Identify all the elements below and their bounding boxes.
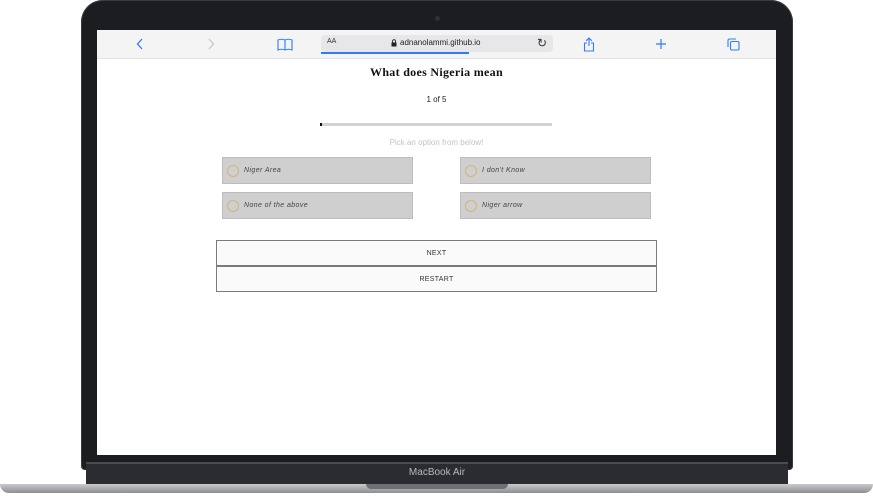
reload-icon[interactable]: ↻: [537, 36, 547, 50]
option-label: Niger arrow: [482, 202, 523, 209]
radio-circle[interactable]: [227, 199, 239, 212]
chevron-left-icon[interactable]: [133, 34, 147, 54]
camera: [435, 16, 440, 21]
model-label: MacBook Air: [408, 467, 466, 478]
quiz-page: What does Nigeria mean 1 of 5 Pick an op…: [97, 59, 776, 455]
plus-icon[interactable]: [653, 34, 669, 54]
quiz-progress-bar: [320, 123, 552, 126]
option-niger-arrow[interactable]: Niger arrow: [460, 192, 651, 219]
lock-icon: [391, 38, 397, 46]
hint-text: Pick an option from below!: [389, 138, 484, 147]
next-button[interactable]: NEXT: [216, 240, 657, 266]
option-label: Niger Area: [244, 167, 282, 174]
url-label: adnanolammi.github.io: [400, 38, 481, 47]
option-label: None of the above: [244, 202, 309, 209]
chevron-right-icon[interactable]: [204, 34, 218, 54]
question-counter: 1 of 5: [426, 95, 447, 104]
radio-circle[interactable]: [227, 164, 239, 177]
radio-circle[interactable]: [465, 199, 477, 212]
option-label: I don't Know: [482, 167, 526, 174]
option-none-of-above[interactable]: None of the above: [222, 192, 413, 219]
hinge: [86, 462, 788, 464]
page-load-progress: [321, 52, 469, 54]
address-bar[interactable]: AA adnanolammi.github.io ↻: [321, 35, 553, 52]
browser-screen: AA adnanolammi.github.io ↻ What does Nig…: [97, 30, 776, 455]
url-text: adnanolammi.github.io: [391, 38, 481, 47]
book-icon[interactable]: [276, 34, 294, 54]
share-icon[interactable]: [581, 34, 597, 54]
option-dont-know[interactable]: I don't Know: [460, 157, 651, 184]
quiz-progress-fill: [320, 123, 323, 126]
option-niger-area[interactable]: Niger Area: [222, 157, 413, 184]
tabs-icon[interactable]: [725, 34, 741, 54]
restart-button[interactable]: RESTART: [216, 266, 657, 292]
radio-circle[interactable]: [465, 164, 477, 177]
laptop-foot: [0, 484, 873, 501]
lid-notch: [366, 484, 508, 489]
browser-toolbar: AA adnanolammi.github.io ↻: [97, 30, 776, 59]
question-title: What does Nigeria mean: [370, 65, 503, 79]
laptop-base: MacBook Air: [86, 462, 788, 484]
text-size-button[interactable]: AA: [327, 38, 336, 45]
